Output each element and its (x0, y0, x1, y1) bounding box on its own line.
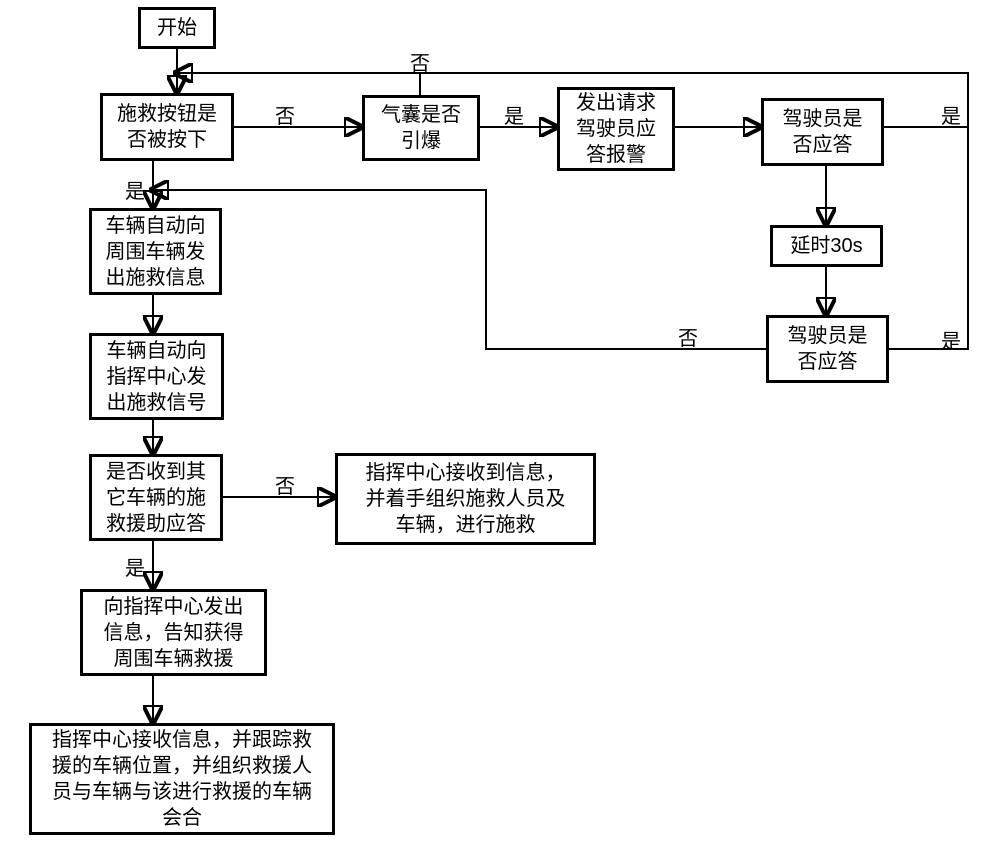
label-yes-received-rescue: 是 (125, 552, 145, 581)
label-yes-driver-1: 是 (941, 100, 961, 129)
node-auto-send-nearby: 车辆自动向 周围车辆发 出施救信息 (89, 208, 222, 295)
node-received-rescue: 是否收到其 它车辆的施 救援助应答 (89, 454, 223, 541)
label-yes-airbag: 是 (504, 100, 524, 129)
node-airbag: 气囊是否 引爆 (362, 95, 480, 161)
label-no-airbag: 否 (410, 47, 430, 76)
node-rescue-button-text: 施救按钮是 否被按下 (117, 101, 217, 153)
node-driver-respond-2-text: 驾驶员是 否应答 (788, 323, 868, 375)
node-start: 开始 (138, 7, 216, 49)
label-yes-rescue-button: 是 (125, 175, 145, 204)
node-driver-respond-1: 驾驶员是 否应答 (761, 98, 884, 166)
label-no-received-rescue: 否 (275, 470, 295, 499)
label-yes-driver-2: 是 (941, 325, 961, 354)
node-center-track-text: 指挥中心接收信息，并跟踪救 援的车辆位置，并组织救援人 员与车辆与该进行救援的车… (52, 727, 312, 831)
node-delay-30s-text: 延时30s (790, 233, 862, 259)
node-auto-send-center: 车辆自动向 指挥中心发 出施救信号 (89, 333, 224, 420)
node-auto-send-center-text: 车辆自动向 指挥中心发 出施救信号 (107, 338, 207, 416)
label-no-driver-2: 否 (678, 322, 698, 351)
node-request-driver-text: 发出请求 驾驶员应 答报警 (576, 90, 656, 168)
node-center-track: 指挥中心接收信息，并跟踪救 援的车辆位置，并组织救援人 员与车辆与该进行救援的车… (29, 723, 335, 835)
node-inform-center-text: 向指挥中心发出 信息，告知获得 周围车辆救援 (104, 594, 244, 672)
node-center-no-resp: 指挥中心接收到信息， 并着手组织施救人员及 车辆，进行施救 (335, 453, 596, 545)
node-auto-send-nearby-text: 车辆自动向 周围车辆发 出施救信息 (106, 213, 206, 291)
node-driver-respond-2: 驾驶员是 否应答 (766, 315, 889, 383)
node-start-text: 开始 (157, 15, 197, 41)
node-delay-30s: 延时30s (770, 225, 883, 267)
node-received-rescue-text: 是否收到其 它车辆的施 救援助应答 (106, 459, 206, 537)
node-inform-center: 向指挥中心发出 信息，告知获得 周围车辆救援 (80, 589, 267, 676)
node-request-driver: 发出请求 驾驶员应 答报警 (557, 87, 675, 171)
node-rescue-button: 施救按钮是 否被按下 (100, 93, 234, 161)
node-airbag-text: 气囊是否 引爆 (381, 102, 461, 154)
node-center-no-resp-text: 指挥中心接收到信息， 并着手组织施救人员及 车辆，进行施救 (366, 460, 566, 538)
label-no-rescue-button: 否 (275, 100, 295, 129)
node-driver-respond-1-text: 驾驶员是 否应答 (783, 106, 863, 158)
